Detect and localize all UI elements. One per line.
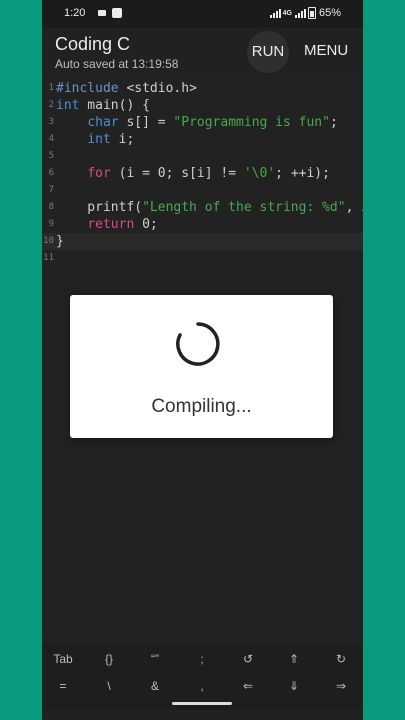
redo-key-icon[interactable]: ↻ (326, 652, 356, 666)
status-right: 4G 65% (269, 7, 341, 19)
arrow-right-key-icon[interactable]: ⇒ (326, 679, 356, 693)
app-title: Coding C (55, 34, 131, 54)
key-comma[interactable]: , (187, 679, 217, 693)
code-line: 11 (43, 253, 54, 263)
code-line: 6 for (i = 0; s[i] != '\0'; ++i); (48, 166, 330, 181)
key-quotes[interactable]: “” (140, 652, 170, 666)
undo-key-icon[interactable]: ↺ (233, 652, 263, 666)
battery-icon (307, 7, 316, 19)
key-ampersand[interactable]: & (140, 679, 170, 693)
arrow-up-key-icon[interactable]: ⇑ (279, 652, 309, 666)
network-type: 4G (282, 9, 292, 17)
arrow-down-key-icon[interactable]: ⇓ (279, 679, 309, 693)
menu-button[interactable]: MENU (304, 42, 348, 59)
code-line: 3 char s[] = "Programming is fun"; (48, 115, 338, 130)
status-time: 1:20 (64, 7, 86, 19)
gesture-nav-handle[interactable] (172, 702, 232, 705)
code-line: 1 #include <stdio.h> (48, 81, 197, 96)
code-line: 2 int main() { (48, 98, 150, 113)
signal-icon-2 (294, 8, 306, 18)
key-equals[interactable]: = (48, 679, 78, 693)
phone-screen: 1:20 4G 65% Coding C Auto saved at 13:19… (42, 0, 363, 720)
code-line: 9 return 0; (48, 217, 158, 232)
app-bar: Coding C Auto saved at 13:19:58 RUN MENU (42, 28, 363, 76)
key-semicolon[interactable]: ; (187, 652, 217, 666)
loading-spinner-icon (176, 322, 220, 366)
code-line-active: 10} (42, 233, 363, 250)
key-tab[interactable]: Tab (48, 652, 78, 666)
arrow-left-key-icon[interactable]: ⇐ (233, 679, 263, 693)
key-braces[interactable]: {} (94, 652, 124, 666)
status-bar: 1:20 4G 65% (42, 0, 363, 28)
signal-icon (269, 8, 281, 18)
video-icon (98, 10, 106, 16)
dialog-message: Compiling... (151, 396, 252, 417)
code-line: 8 printf("Length of the string: %d", i); (48, 200, 363, 215)
battery-percent: 65% (318, 7, 341, 19)
autosave-status: Auto saved at 13:19:58 (55, 57, 179, 71)
code-line: 4 int i; (48, 132, 135, 147)
code-line: 5 (48, 151, 54, 161)
compiling-dialog: Compiling... (70, 295, 333, 438)
run-button[interactable]: RUN (247, 31, 289, 73)
extra-keys-bar: Tab {} “” ; ↺ ⇑ ↻ = \ & , ⇐ ⇓ ⇒ (42, 644, 363, 710)
app-notification-icon (112, 8, 122, 18)
code-line: 7 (48, 185, 54, 195)
key-backslash[interactable]: \ (94, 679, 124, 693)
